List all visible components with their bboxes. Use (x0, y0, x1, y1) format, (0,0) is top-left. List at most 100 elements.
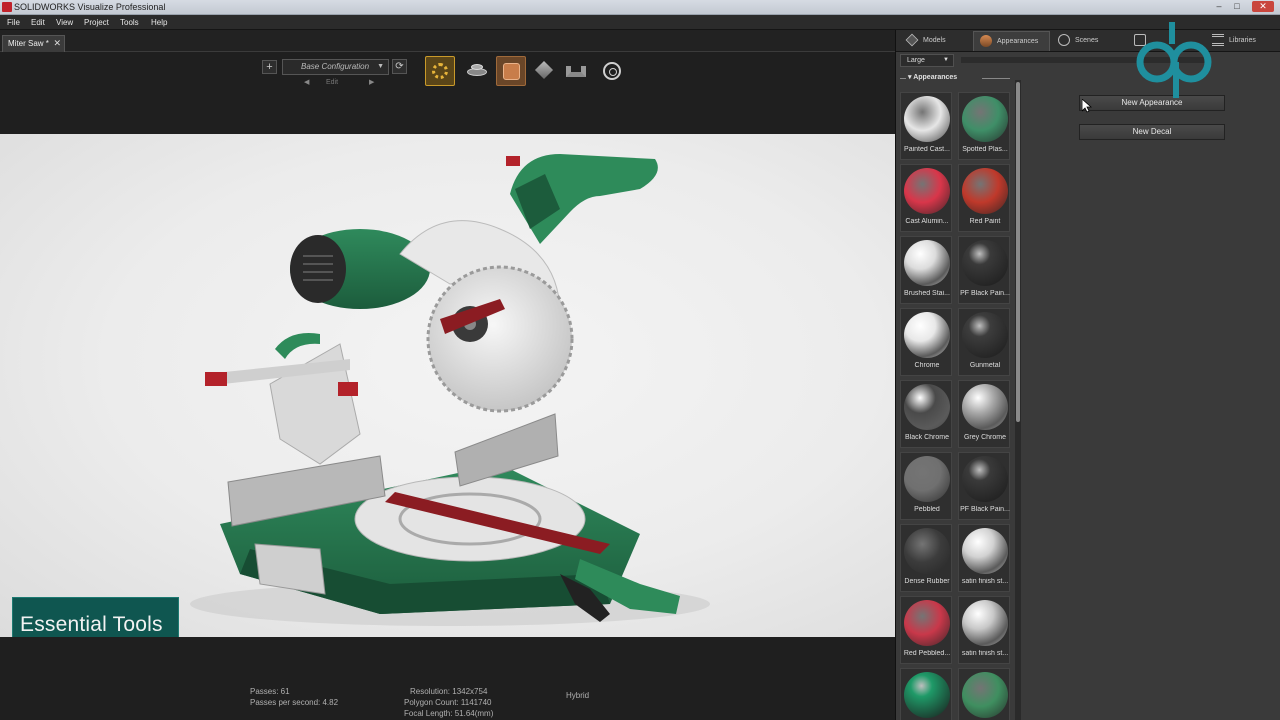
render-viewport[interactable] (0, 134, 895, 637)
viewport-toolbar: + Base Configuration ▼ ⟳ ◀ Edit ▶ (0, 52, 895, 134)
tab-models[interactable]: Models (902, 31, 972, 51)
appearance-tile-label: Chrome (914, 362, 940, 369)
appearance-tile[interactable]: Pebbled (900, 452, 952, 520)
appearance-tile[interactable]: Brushed Stai... (900, 236, 952, 304)
material-swatch (904, 96, 950, 142)
appearance-tile[interactable]: satin finish st... (958, 596, 1010, 664)
menu-view[interactable]: View (56, 17, 73, 28)
box-icon (566, 66, 586, 77)
appearance-scrollbar-thumb[interactable] (1016, 82, 1020, 422)
appearance-icon (980, 35, 992, 48)
menu-bar: File Edit View Project Tools Help (0, 15, 1280, 30)
motor-cap (290, 235, 346, 303)
next-configuration-icon[interactable]: ▶ (369, 78, 374, 86)
status-passes-per-second: Passes per second: 4.82 (250, 698, 339, 707)
material-swatch (962, 528, 1008, 574)
appearance-tile[interactable] (900, 668, 952, 720)
appearance-tile[interactable]: Black Chrome (900, 380, 952, 448)
channel-logo-icon (1136, 22, 1212, 98)
maximize-icon[interactable]: □ (1230, 1, 1244, 12)
menu-file[interactable]: File (7, 17, 20, 28)
appearance-tile[interactable]: Gunmetal (958, 308, 1010, 376)
green-rail-arm (275, 333, 320, 359)
material-swatch (962, 600, 1008, 646)
appearance-tile-label: Cast Alumin... (905, 218, 949, 225)
close-window-icon[interactable]: ✕ (1252, 1, 1274, 12)
close-tab-icon[interactable]: ✕ (53, 38, 61, 49)
material-swatch (904, 168, 950, 214)
appearances-section-header[interactable]: ▾ Appearances (900, 72, 1010, 84)
material-swatch (962, 672, 1008, 718)
menu-project[interactable]: Project (84, 17, 109, 28)
refresh-configuration-button[interactable]: ⟳ (392, 59, 407, 74)
palette-panel: Models Appearances Scenes Libraries Larg… (895, 30, 1280, 720)
appearance-tile-label: Painted Cast... (904, 146, 950, 153)
chevron-down-icon: ▼ (377, 63, 384, 70)
add-configuration-button[interactable]: + (262, 60, 277, 74)
rail-end-cap (205, 372, 227, 386)
appearance-tile[interactable]: Red Paint (958, 164, 1010, 232)
thumbnail-size-dropdown[interactable]: Large ▼ (900, 54, 954, 67)
appearances-section-text: Appearances (913, 74, 958, 81)
document-tab-label: Miter Saw * (8, 39, 49, 48)
menu-edit[interactable]: Edit (31, 17, 45, 28)
aperture-icon (603, 62, 621, 80)
appearance-tile[interactable]: Grey Chrome (958, 380, 1010, 448)
appearance-tile[interactable]: PF Black Pain... (958, 236, 1010, 304)
appearance-tile[interactable]: Cast Alumin... (900, 164, 952, 232)
appearance-tile[interactable]: Painted Cast... (900, 92, 952, 160)
tab-models-label: Models (923, 37, 946, 44)
previous-configuration-icon[interactable]: ◀ (304, 78, 309, 86)
essential-tools-text: Essential Tools (20, 613, 163, 636)
header-rule-right (982, 78, 1010, 79)
material-swatch (904, 240, 950, 286)
appearance-tile[interactable]: Chrome (900, 308, 952, 376)
material-swatch (962, 312, 1008, 358)
appearance-tool-button[interactable] (496, 56, 526, 86)
new-decal-button[interactable]: New Decal (1079, 124, 1225, 140)
appearance-tile-label: Grey Chrome (963, 434, 1006, 441)
turntable-button[interactable] (462, 56, 492, 86)
appearance-tile-label: Black Chrome (905, 434, 949, 441)
tab-appearances-label: Appearances (997, 38, 1039, 45)
tab-libraries[interactable]: Libraries (1210, 31, 1278, 51)
paint-bucket-icon (503, 63, 520, 80)
camera-tool-button[interactable] (597, 56, 627, 86)
appearance-tile[interactable]: Dense Rubber (900, 524, 952, 592)
miter-saw-model[interactable] (0, 134, 895, 637)
appearance-tile-label: Gunmetal (969, 362, 1001, 369)
status-resolution: Resolution: 1342x754 (410, 687, 488, 696)
status-render-mode: Hybrid (566, 691, 590, 700)
header-rule-left (900, 78, 906, 79)
material-swatch (904, 672, 950, 718)
document-tab[interactable]: Miter Saw * ✕ (2, 35, 65, 52)
tab-scenes[interactable]: Scenes (1056, 31, 1126, 51)
appearance-tile[interactable]: Spotted Plas... (958, 92, 1010, 160)
minimize-icon[interactable]: – (1212, 1, 1226, 12)
cube-icon (905, 33, 919, 47)
edit-label[interactable]: Edit (326, 79, 338, 86)
turntable-top-icon (471, 64, 483, 70)
appearance-tile-label: Red Paint (969, 218, 1001, 225)
appearance-tile[interactable]: PF Black Pain... (958, 452, 1010, 520)
mouse-cursor-icon (1082, 99, 1092, 113)
palette-tabs: Models Appearances Scenes Libraries (896, 30, 1280, 52)
document-tab-strip: Miter Saw * ✕ (0, 30, 895, 52)
appearance-tile[interactable]: Red Pebbled... (900, 596, 952, 664)
cube-icon (534, 60, 554, 80)
appearance-tile-label: Brushed Stai... (904, 290, 950, 297)
scene-tool-button[interactable] (561, 56, 591, 86)
material-swatch (962, 240, 1008, 286)
model-tool-button[interactable] (529, 56, 559, 86)
render-mode-button[interactable] (425, 56, 455, 86)
material-swatch (904, 312, 950, 358)
appearance-tile-label: Dense Rubber (904, 578, 950, 585)
configuration-dropdown[interactable]: Base Configuration ▼ (282, 59, 389, 75)
tab-appearances[interactable]: Appearances (973, 31, 1050, 51)
render-icon (432, 63, 448, 79)
appearance-tile[interactable]: satin finish st... (958, 524, 1010, 592)
menu-help[interactable]: Help (151, 17, 167, 28)
menu-tools[interactable]: Tools (120, 17, 139, 28)
appearance-tile[interactable] (958, 668, 1010, 720)
material-swatch (962, 384, 1008, 430)
